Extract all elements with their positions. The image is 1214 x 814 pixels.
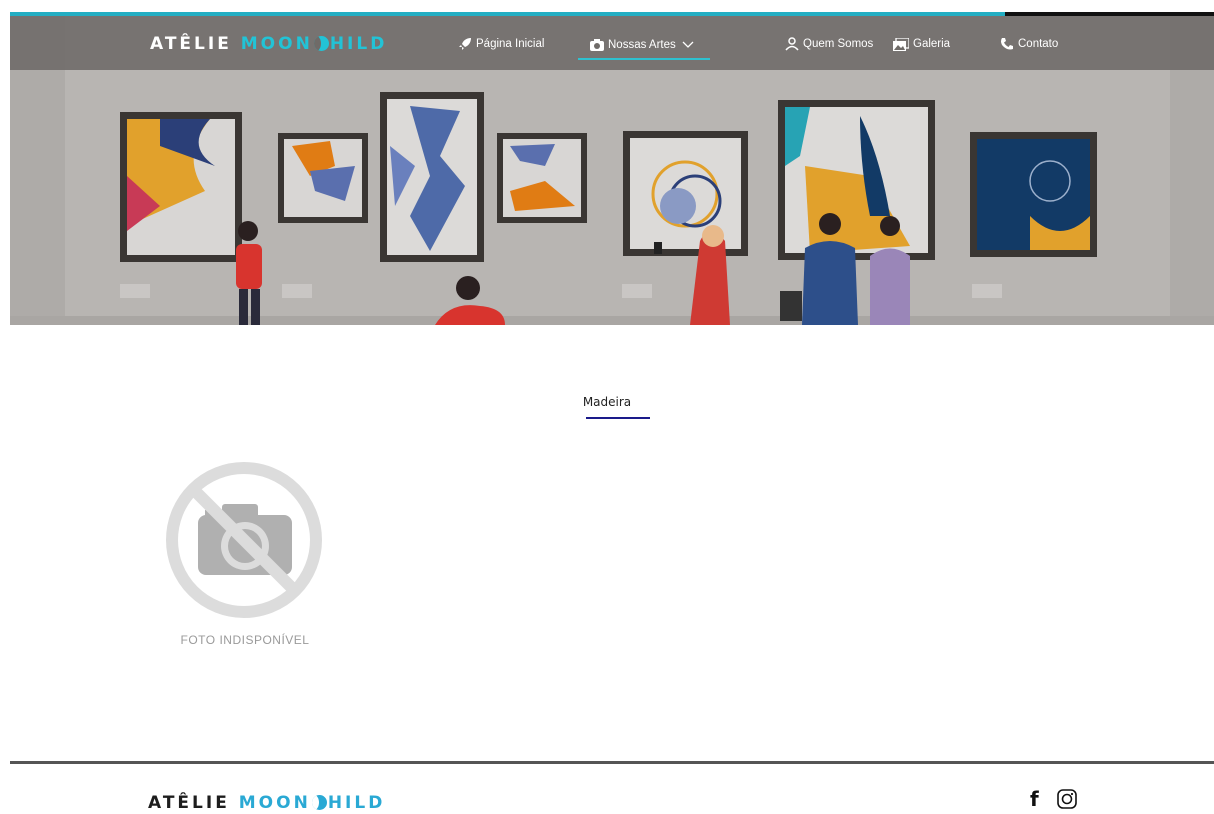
moon-icon	[311, 795, 327, 810]
brand-word-2a: MOON	[240, 34, 313, 54]
brand-word-2b: HILD	[327, 793, 386, 813]
nav-item-label: Página Inicial	[476, 38, 545, 50]
nav-item-galeria[interactable]: Galeria	[893, 34, 950, 54]
top-navbar: ATÊLIE MOON HILD Página Inicial Nossas Ar…	[10, 16, 1214, 70]
people-icon	[785, 37, 799, 51]
camera-icon	[590, 39, 604, 51]
brand-word-2a: MOON	[238, 793, 311, 813]
product-card[interactable]: FOTO INDISPONÍVEL	[150, 460, 340, 660]
nav-item-label: Nossas Artes	[608, 39, 676, 51]
brand-word-2b: HILD	[329, 34, 388, 54]
nav-item-label: Quem Somos	[803, 38, 874, 50]
brand-logo[interactable]: ATÊLIE MOON HILD	[150, 34, 387, 54]
nav-item-label: Contato	[1018, 38, 1059, 50]
nav-item-contato[interactable]: Contato	[1000, 34, 1058, 54]
hero-banner: ATÊLIE MOON HILD Página Inicial Nossas Ar…	[10, 16, 1214, 325]
nav-item-label: Galeria	[913, 38, 951, 50]
phone-icon	[1001, 38, 1013, 50]
nav-item-pagina-inicial[interactable]: Página Inicial	[458, 34, 544, 54]
rocket-icon	[459, 38, 471, 50]
nav-item-quem-somos[interactable]: Quem Somos	[785, 34, 873, 54]
brand-word-1: ATÊLIE	[150, 34, 232, 54]
moon-icon	[313, 36, 329, 51]
footer-divider	[10, 761, 1214, 764]
section-title: Madeira	[582, 395, 632, 409]
no-camera-icon	[166, 462, 322, 618]
nav-item-nossas-artes[interactable]: Nossas Artes	[578, 32, 710, 60]
title-underline	[586, 417, 650, 419]
facebook-icon[interactable]: f	[1030, 787, 1039, 811]
photo-caption: FOTO INDISPONÍVEL	[180, 633, 310, 647]
chevron-down-icon[interactable]	[682, 41, 694, 49]
gallery-icon	[893, 37, 909, 51]
footer-brand-logo[interactable]: ATÊLIE MOON HILD	[148, 793, 385, 813]
brand-word-1: ATÊLIE	[148, 793, 230, 813]
instagram-icon[interactable]	[1056, 788, 1078, 810]
